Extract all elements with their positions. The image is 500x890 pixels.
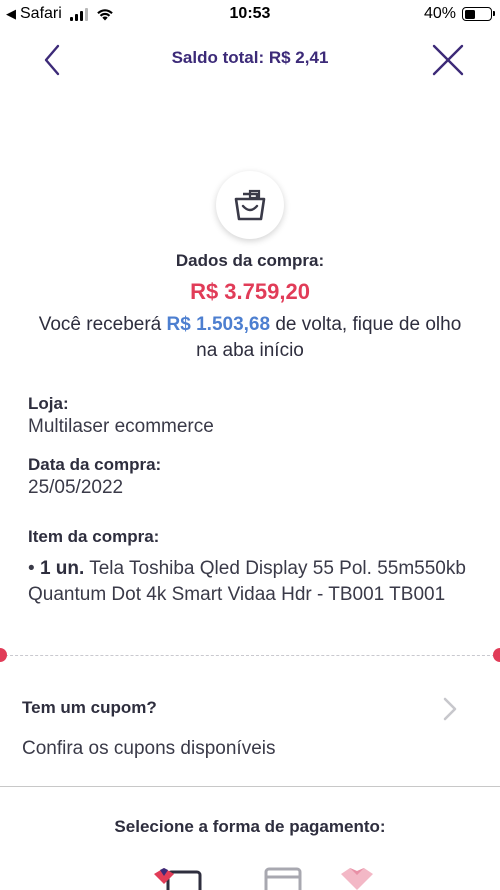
battery-icon bbox=[462, 7, 495, 21]
payment-title: Selecione a forma de pagamento: bbox=[114, 817, 386, 836]
payment-option-heart-card[interactable] bbox=[150, 866, 204, 890]
item-label: Item da compra: bbox=[28, 527, 160, 546]
close-icon bbox=[432, 44, 464, 76]
coupon-row[interactable]: Tem um cupom? Confira os cupons disponív… bbox=[0, 688, 500, 768]
section-separator bbox=[0, 786, 500, 787]
purchase-icon-circle bbox=[216, 171, 284, 239]
date-label: Data da compra: bbox=[28, 455, 162, 474]
header: Saldo total: R$ 2,41 bbox=[0, 30, 500, 88]
payment-option-card[interactable] bbox=[264, 866, 302, 890]
coupon-subtitle: Confira os cupons disponíveis bbox=[22, 738, 276, 759]
coupon-title: Tem um cupom? bbox=[22, 698, 157, 717]
store-value: Multilaser ecommerce bbox=[28, 416, 214, 437]
cashback-message: Você receberá R$ 1.503,68 de volta, fiqu… bbox=[30, 312, 470, 364]
cashback-amount: R$ 1.503,68 bbox=[166, 314, 271, 335]
item-bullet: • bbox=[28, 558, 35, 579]
status-bar: ◀ Safari 10:53 40% bbox=[0, 0, 500, 28]
date-value: 25/05/2022 bbox=[28, 477, 124, 498]
heart-icon bbox=[341, 868, 373, 890]
item-entry: • 1 un. Tela Toshiba Qled Display 55 Pol… bbox=[28, 556, 468, 608]
item-quantity: 1 un. bbox=[39, 558, 85, 579]
battery-level bbox=[464, 9, 475, 19]
shopping-bag-icon bbox=[234, 189, 266, 221]
dashed-divider bbox=[0, 655, 500, 657]
cashback-prefix: Você receberá bbox=[38, 314, 162, 335]
ticket-notch-left bbox=[0, 648, 7, 662]
ticket-notch-right bbox=[493, 648, 500, 662]
store-label: Loja: bbox=[28, 394, 69, 413]
payment-option-heart[interactable] bbox=[338, 866, 376, 890]
item-description: Tela Toshiba Qled Display 55 Pol. 55m550… bbox=[28, 558, 466, 605]
chevron-right-icon bbox=[443, 697, 457, 721]
battery-percent: 40% bbox=[423, 5, 456, 22]
status-right: 40% bbox=[423, 5, 495, 23]
purchase-data-title: Dados da compra: bbox=[175, 251, 325, 270]
card-icon bbox=[264, 867, 302, 890]
balance-title: Saldo total: R$ 2,41 bbox=[171, 48, 329, 67]
close-button[interactable] bbox=[428, 40, 468, 80]
purchase-total: R$ 3.759,20 bbox=[190, 279, 310, 304]
heart-card-icon bbox=[154, 868, 202, 890]
